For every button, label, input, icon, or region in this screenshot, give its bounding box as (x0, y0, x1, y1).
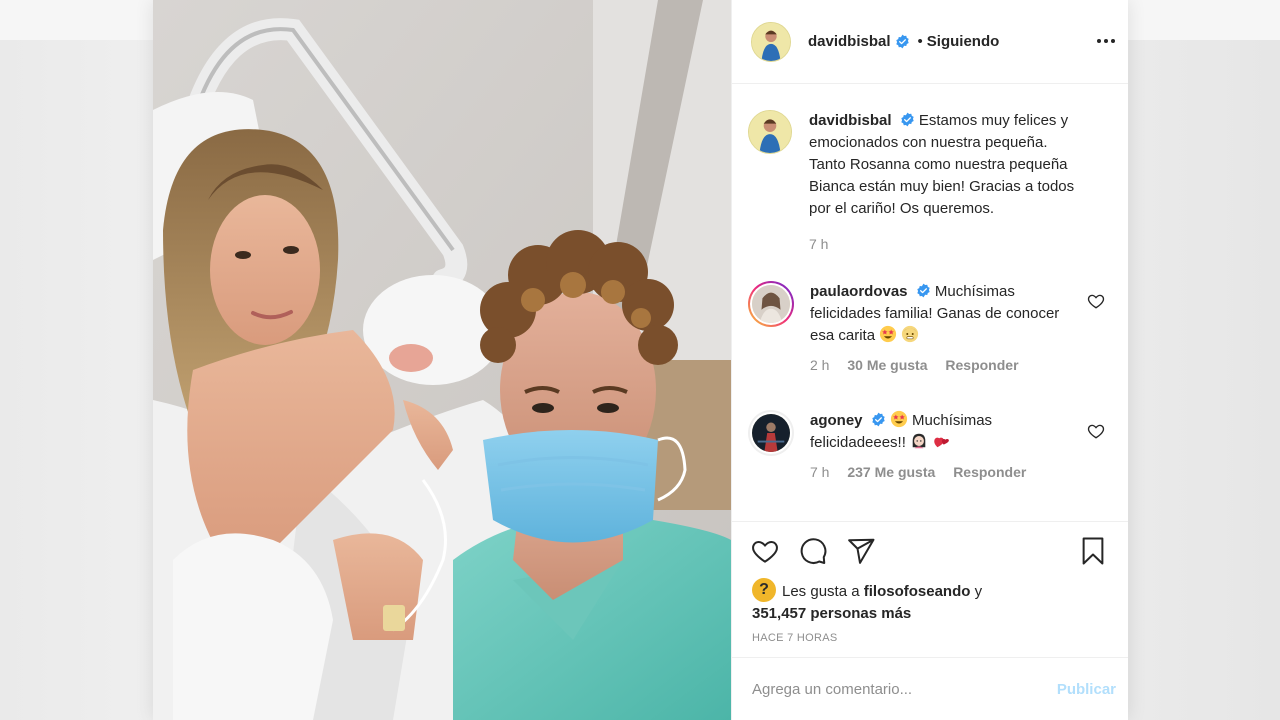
heart-icon[interactable] (750, 536, 780, 566)
hospital-selfie-image (153, 0, 731, 720)
likes-conjunction: y (974, 583, 983, 600)
action-icons (750, 536, 876, 566)
reply-button[interactable]: Responder (953, 464, 1026, 480)
share-icon[interactable] (846, 536, 876, 566)
comment-input[interactable] (752, 680, 1057, 698)
author-username[interactable]: davidbisbal (808, 33, 891, 50)
comment-like-heart-icon[interactable] (1087, 292, 1105, 310)
header-separator: • (917, 33, 923, 50)
likes-prefix: Les gusta a (782, 583, 860, 600)
heart-exclamation-emoji-icon (934, 437, 950, 448)
comment-row: paulaordovas Muchísimas felicidades fami… (748, 281, 1113, 373)
liker-avatar[interactable] (752, 578, 776, 602)
commenter-username[interactable]: paulaordovas (810, 283, 908, 300)
caption-timestamp[interactable]: 7 h (809, 236, 828, 252)
caption-body: davidbisbal Estamos muy felices y emocio… (809, 110, 1079, 252)
comment-icon[interactable] (798, 536, 828, 566)
verified-badge-icon (895, 34, 909, 49)
commenter-avatar (752, 414, 790, 452)
comment-composer: Publicar (732, 657, 1128, 720)
caption-username[interactable]: davidbisbal (809, 112, 892, 129)
comment-like-heart-icon[interactable] (1087, 422, 1105, 440)
instagram-post: davidbisbal • Siguiendo davidbisbal Esta… (153, 0, 1128, 720)
commenter-avatar-ring[interactable] (748, 281, 794, 327)
comment-like-count[interactable]: 237 Me gusta (847, 464, 935, 480)
commenter-username[interactable]: agoney (810, 412, 863, 429)
post-timestamp[interactable]: HACE 7 HORAS (752, 632, 838, 644)
likes-count[interactable]: 351,457 personas más (752, 605, 911, 622)
post-photo[interactable] (153, 0, 731, 720)
caption-author-avatar[interactable] (748, 110, 792, 154)
star-struck-emoji-icon (890, 410, 907, 428)
comment-like-count[interactable]: 30 Me gusta (847, 357, 927, 373)
likes-summary: Les gusta a filosofoseando y 351,457 per… (752, 578, 1092, 625)
comment-body: agoney Muchísimas felicidadeees!! 7 h 23… (810, 410, 1080, 480)
post-actions: Les gusta a filosofoseando y 351,457 per… (732, 521, 1128, 657)
publish-button[interactable]: Publicar (1057, 681, 1116, 698)
commenter-avatar-ring[interactable] (748, 410, 794, 456)
author-avatar[interactable] (751, 21, 791, 62)
reply-button[interactable]: Responder (945, 357, 1018, 373)
verified-badge-icon (917, 283, 930, 298)
commenter-avatar (752, 285, 790, 323)
cold-face-emoji-icon (902, 325, 919, 343)
caption-row: davidbisbal Estamos muy felices y emocio… (748, 110, 1113, 252)
comment-meta: 7 h 237 Me gusta Responder (810, 464, 1080, 480)
post-header: davidbisbal • Siguiendo (732, 0, 1128, 84)
woman-emoji-icon (912, 433, 926, 449)
comment-row: agoney Muchísimas felicidadeees!! 7 h 23… (748, 410, 1113, 480)
verified-badge-icon (872, 412, 885, 427)
star-struck-emoji-icon (880, 325, 897, 343)
caption-meta: 7 h (809, 236, 1079, 252)
post-side-panel: davidbisbal • Siguiendo davidbisbal Esta… (731, 0, 1128, 720)
verified-badge-icon (901, 112, 914, 127)
follow-status-button[interactable]: Siguiendo (927, 33, 1000, 50)
bookmark-icon[interactable] (1078, 536, 1108, 566)
comments-list: davidbisbal Estamos muy felices y emocio… (732, 85, 1128, 521)
comment-timestamp[interactable]: 7 h (810, 464, 829, 480)
comment-meta: 2 h 30 Me gusta Responder (810, 357, 1080, 373)
comment-body: paulaordovas Muchísimas felicidades fami… (810, 281, 1080, 373)
comment-timestamp[interactable]: 2 h (810, 357, 829, 373)
liked-by-username[interactable]: filosofoseando (864, 583, 971, 600)
more-options-icon[interactable] (1095, 30, 1117, 52)
